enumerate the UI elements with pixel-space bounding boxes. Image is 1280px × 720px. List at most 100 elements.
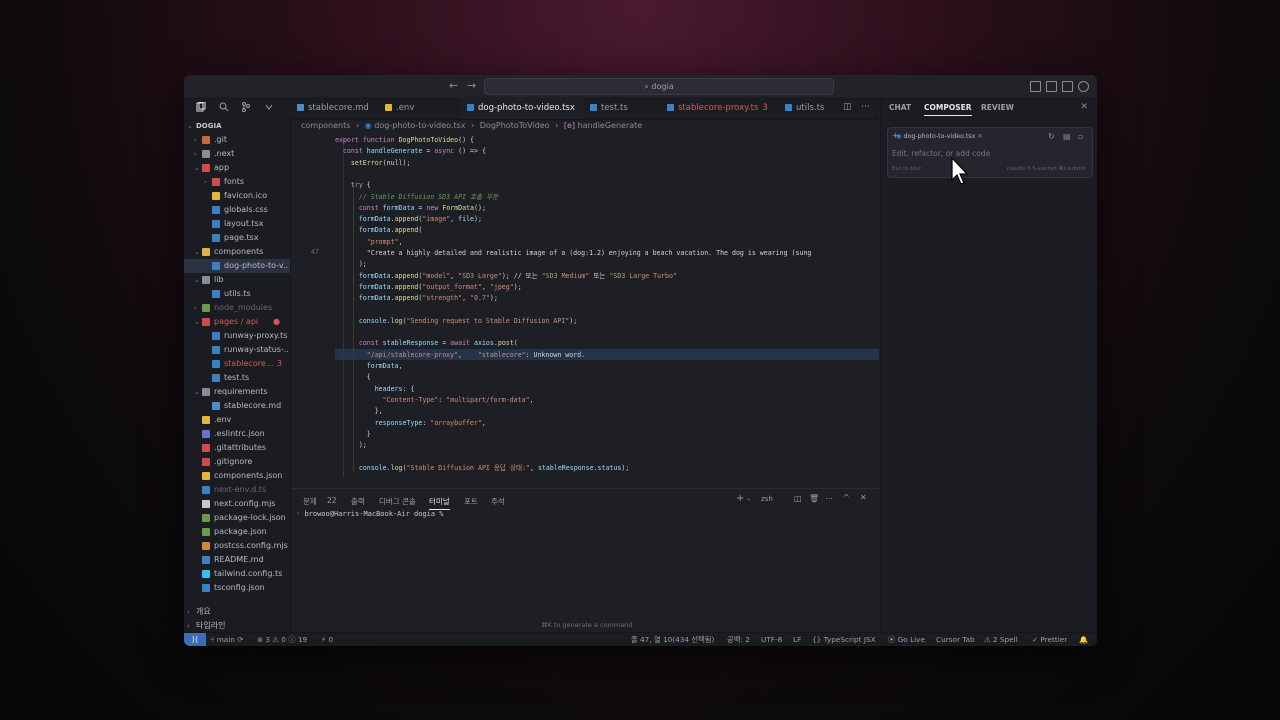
tree-item[interactable]: ⌄ lib bbox=[184, 273, 290, 287]
tree-item[interactable]: .gitignore bbox=[184, 455, 290, 469]
cursor-tab-status[interactable]: Cursor Tab bbox=[936, 635, 975, 644]
back-arrow-icon[interactable]: ← bbox=[449, 79, 458, 92]
breadcrumb-item[interactable]: components bbox=[301, 121, 350, 130]
toggle-secondary-sidebar-icon[interactable] bbox=[1062, 81, 1073, 92]
remote-icon[interactable]: ⟩⟨ bbox=[184, 633, 206, 646]
tree-item[interactable]: next-env.d.ts bbox=[184, 483, 290, 497]
notifications-bell-icon[interactable]: 🔔 bbox=[1079, 635, 1088, 644]
editor-tab[interactable]: stablecore-proxy.ts 3 bbox=[661, 97, 779, 119]
outline-section[interactable]: › 개요 bbox=[184, 605, 290, 619]
code-editor[interactable]: export function DogPhotoToVideo() { cons… bbox=[291, 133, 879, 488]
search-icon[interactable] bbox=[219, 102, 229, 112]
close-icon[interactable]: ✕ bbox=[1080, 102, 1088, 112]
close-icon[interactable]: ✕ bbox=[977, 133, 982, 140]
source-control-icon[interactable] bbox=[241, 102, 251, 112]
toggle-panel-icon[interactable] bbox=[1046, 81, 1057, 92]
encoding-status[interactable]: UTF-8 bbox=[761, 635, 782, 644]
ports-status[interactable]: ⚡ 0 bbox=[321, 635, 333, 644]
tree-item[interactable]: layout.tsx bbox=[184, 217, 290, 231]
tree-item[interactable]: utils.ts bbox=[184, 287, 290, 301]
chevron-down-icon[interactable] bbox=[264, 102, 274, 112]
shell-label[interactable]: zsh bbox=[761, 495, 773, 503]
tree-item[interactable]: .gitattributes bbox=[184, 441, 290, 455]
explorer-icon[interactable] bbox=[196, 102, 206, 112]
panel-tab[interactable]: 22 bbox=[327, 496, 337, 505]
editor-tab[interactable]: utils.ts bbox=[779, 97, 839, 119]
editor-tab[interactable]: dog-photo-to-video.tsx bbox=[461, 97, 584, 119]
indentation-status[interactable]: 공백: 2 bbox=[727, 635, 750, 645]
archive-icon[interactable]: ▤ bbox=[1063, 132, 1071, 141]
tree-item[interactable]: ⌄ pages / api ● bbox=[184, 315, 290, 329]
go-live-button[interactable]: ⦿ Go Live bbox=[888, 635, 925, 645]
maximize-icon[interactable]: ^ bbox=[843, 493, 850, 502]
tree-item[interactable]: runway-proxy.ts bbox=[184, 329, 290, 343]
editor-tab[interactable]: .env bbox=[379, 97, 461, 119]
tree-item[interactable]: tailwind.config.ts bbox=[184, 567, 290, 581]
tree-item[interactable]: next.config.mjs bbox=[184, 497, 290, 511]
tree-item[interactable]: runway-status-... bbox=[184, 343, 290, 357]
panel-tab[interactable]: 출력 bbox=[351, 496, 365, 507]
panel-tab[interactable]: 디버그 콘솔 bbox=[379, 496, 416, 507]
composer-box[interactable]: + ◉ dog-photo-to-video.tsx ✕ ↻ ▤ ▫ Edit,… bbox=[887, 127, 1093, 178]
add-terminal-icon[interactable]: + bbox=[736, 493, 744, 504]
tree-item[interactable]: .env bbox=[184, 413, 290, 427]
tree-item[interactable]: test.ts bbox=[184, 371, 290, 385]
tree-item[interactable]: package.json bbox=[184, 525, 290, 539]
close-icon[interactable]: ✕ bbox=[860, 493, 867, 502]
terminal-output[interactable]: ◦ browoo@Harris-MacBook-Air dogia % bbox=[296, 510, 444, 518]
composer-input[interactable]: Edit, refactor, or add code bbox=[892, 149, 990, 158]
timeline-section[interactable]: › 타임라인 bbox=[184, 619, 290, 632]
panel-tab[interactable]: 포트 bbox=[464, 496, 478, 507]
side-panel-tab[interactable]: CHAT bbox=[889, 103, 911, 112]
tree-item[interactable]: stablecore... 3 bbox=[184, 357, 290, 371]
tree-item[interactable]: › .next bbox=[184, 147, 290, 161]
editor-tab[interactable]: stablecore.md bbox=[291, 97, 379, 119]
tree-item[interactable]: ⌄ components bbox=[184, 245, 290, 259]
forward-arrow-icon[interactable]: → bbox=[467, 79, 476, 92]
split-editor-icon[interactable]: ◫ bbox=[843, 102, 852, 112]
composer-model-submit[interactable]: claude-3.5-sonnet ⌘I submit bbox=[1007, 166, 1086, 172]
file-chip[interactable]: ◉ dog-photo-to-video.tsx ✕ bbox=[896, 133, 983, 140]
tree-item[interactable]: ⌄ app bbox=[184, 161, 290, 175]
tree-item[interactable]: › node_modules bbox=[184, 301, 290, 315]
tree-item[interactable]: package-lock.json bbox=[184, 511, 290, 525]
expand-icon[interactable]: ▫ bbox=[1078, 132, 1083, 141]
branch-status[interactable]: ⑂ main ⟳ bbox=[210, 635, 243, 644]
tree-item[interactable]: README.md bbox=[184, 553, 290, 567]
breadcrumb-item[interactable]: handleGenerate bbox=[578, 121, 643, 130]
spell-status[interactable]: ⚠ 2 Spell bbox=[984, 635, 1018, 644]
more-icon[interactable]: ⋯ bbox=[825, 494, 833, 503]
command-search-bar[interactable]: ⌕ dogia bbox=[484, 78, 834, 95]
panel-tab[interactable]: 문제 bbox=[303, 496, 317, 507]
side-panel-tab[interactable]: REVIEW bbox=[981, 103, 1014, 112]
tree-item[interactable]: globals.css bbox=[184, 203, 290, 217]
language-mode[interactable]: {} TypeScript JSX bbox=[812, 635, 876, 644]
tree-item[interactable]: dog-photo-to-v... bbox=[184, 259, 290, 273]
tree-item[interactable]: › .git bbox=[184, 133, 290, 147]
tree-item[interactable]: › fonts bbox=[184, 175, 290, 189]
split-terminal-icon[interactable]: ◫ bbox=[794, 494, 802, 503]
side-panel-tab[interactable]: COMPOSER bbox=[924, 103, 972, 116]
panel-tab[interactable]: 주석 bbox=[491, 496, 505, 507]
tree-item[interactable]: .eslintrc.json bbox=[184, 427, 290, 441]
tree-item[interactable]: postcss.config.mjs bbox=[184, 539, 290, 553]
eol-status[interactable]: LF bbox=[793, 635, 801, 644]
trash-icon[interactable]: 🗑 bbox=[809, 494, 819, 503]
tree-item[interactable]: tsconfig.json bbox=[184, 581, 290, 595]
toggle-sidebar-icon[interactable] bbox=[1030, 81, 1041, 92]
settings-gear-icon[interactable] bbox=[1078, 81, 1089, 92]
history-icon[interactable]: ↻ bbox=[1048, 132, 1055, 141]
prettier-status[interactable]: ✓ Prettier bbox=[1032, 635, 1067, 644]
cursor-position[interactable]: 줄 47, 열 10(434 선택됨) bbox=[631, 635, 714, 645]
chevron-down-icon[interactable]: ⌄ bbox=[746, 495, 751, 502]
breadcrumb-item[interactable]: DogPhotoToVideo bbox=[480, 121, 550, 130]
tree-item[interactable]: page.tsx bbox=[184, 231, 290, 245]
tree-item[interactable]: components.json bbox=[184, 469, 290, 483]
tree-item[interactable]: stablecore.md bbox=[184, 399, 290, 413]
editor-tab[interactable]: test.ts bbox=[584, 97, 661, 119]
more-actions-icon[interactable]: ⋯ bbox=[861, 102, 870, 112]
problems-status[interactable]: ⊗ 3 ⚠ 0 ⓘ 19 bbox=[257, 635, 307, 645]
panel-tab[interactable]: 터미널 bbox=[429, 496, 450, 510]
tree-item[interactable]: ⌄ requirements bbox=[184, 385, 290, 399]
tree-item[interactable]: favicon.ico bbox=[184, 189, 290, 203]
